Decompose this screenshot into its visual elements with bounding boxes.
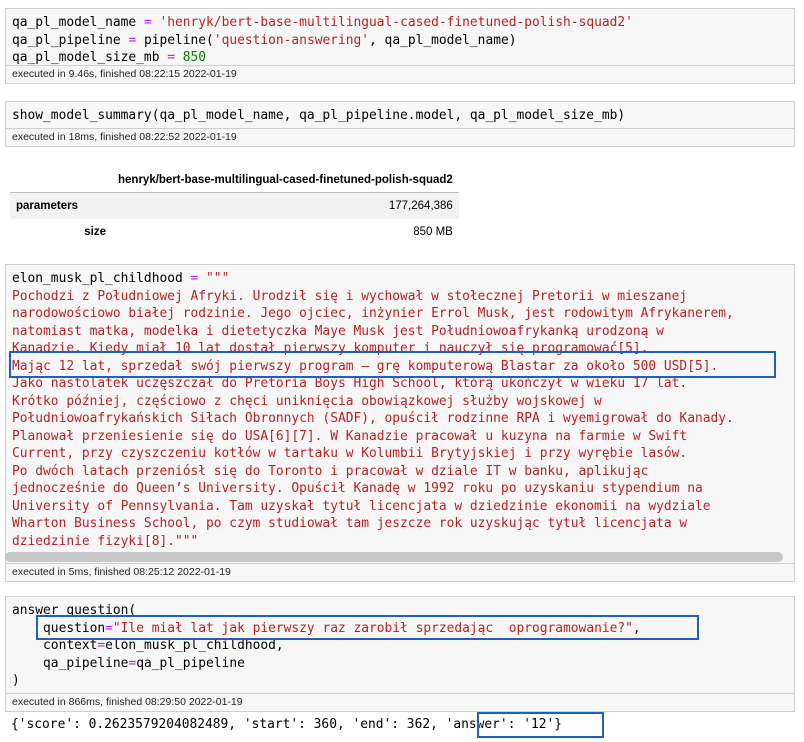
- string-line: Planował przeniesienie się do USA[6][7].…: [12, 428, 688, 444]
- code-line: qa_pl_model_name = 'henryk/bert-base-mul…: [12, 15, 633, 30]
- row-value: 850 MB: [413, 226, 453, 238]
- execution-info: executed in 18ms, finished 08:22:52 2022…: [5, 129, 795, 147]
- highlight-box: [9, 351, 776, 378]
- table-row: parameters 177,264,386: [10, 192, 459, 219]
- model-summary-table: henryk/bert-base-multilingual-cased-fine…: [10, 168, 459, 245]
- code-line: show_model_summary(qa_pl_model_name, qa_…: [12, 108, 626, 123]
- execution-info: executed in 866ms, finished 08:29:50 202…: [5, 694, 795, 712]
- table-row: size 850 MB: [10, 219, 459, 245]
- code-line: ): [12, 673, 20, 688]
- code-line: qa_pl_pipeline = pipeline('question-answ…: [12, 32, 517, 48]
- execution-info: executed in 5ms, finished 08:25:12 2022-…: [5, 564, 795, 582]
- table-header: henryk/bert-base-multilingual-cased-fine…: [112, 168, 459, 193]
- table-corner: [10, 168, 112, 193]
- string-line: natomiast matka, modelka i dietetyczka M…: [12, 323, 664, 339]
- execution-info: executed in 9.46s, finished 08:22:15 202…: [5, 66, 795, 84]
- row-label: size: [84, 226, 106, 238]
- string-line: jednocześnie do Queen’s University. Opuś…: [12, 481, 703, 496]
- code-cell-2[interactable]: show_model_summary(qa_pl_model_name, qa_…: [5, 101, 795, 129]
- highlight-box: [477, 712, 604, 738]
- string-line: Po dwóch latach przeniósł się do Toronto…: [12, 463, 649, 479]
- string-line: dziedzinie fizyki[8].""": [12, 533, 199, 549]
- string-line: narodowościowo białej rodzinie. Jego ojc…: [12, 306, 734, 321]
- string-line: Pochodzi z Południowej Afryki. Urodził s…: [12, 288, 688, 304]
- horizontal-scrollbar[interactable]: [5, 552, 783, 562]
- string-line: Wharton Business School, po czym studiow…: [12, 516, 688, 531]
- string-line: Krótko później, częściowo z chęci unikni…: [12, 393, 602, 409]
- code-line: elon_musk_pl_childhood = """: [12, 271, 230, 286]
- row-value: 177,264,386: [388, 200, 453, 212]
- code-cell-1[interactable]: qa_pl_model_name = 'henryk/bert-base-mul…: [5, 8, 795, 66]
- code-cell-3[interactable]: elon_musk_pl_childhood = """ Pochodzi z …: [5, 264, 795, 564]
- string-line: Current, przy czyszczeniu kotłów w tarta…: [12, 446, 688, 461]
- highlight-box: [36, 615, 699, 640]
- code-line: qa_pipeline=qa_pl_pipeline: [43, 655, 245, 671]
- string-line: Południowoafrykańskich Siłach Obronnych …: [12, 411, 734, 426]
- code-line: qa_pl_model_size_mb = 850: [12, 50, 207, 65]
- row-label: parameters: [16, 200, 79, 212]
- code-cell-4[interactable]: answer_question( question="Ile miał lat …: [5, 596, 795, 694]
- string-line: University of Pennsylvania. Tam uzyskał …: [12, 498, 711, 514]
